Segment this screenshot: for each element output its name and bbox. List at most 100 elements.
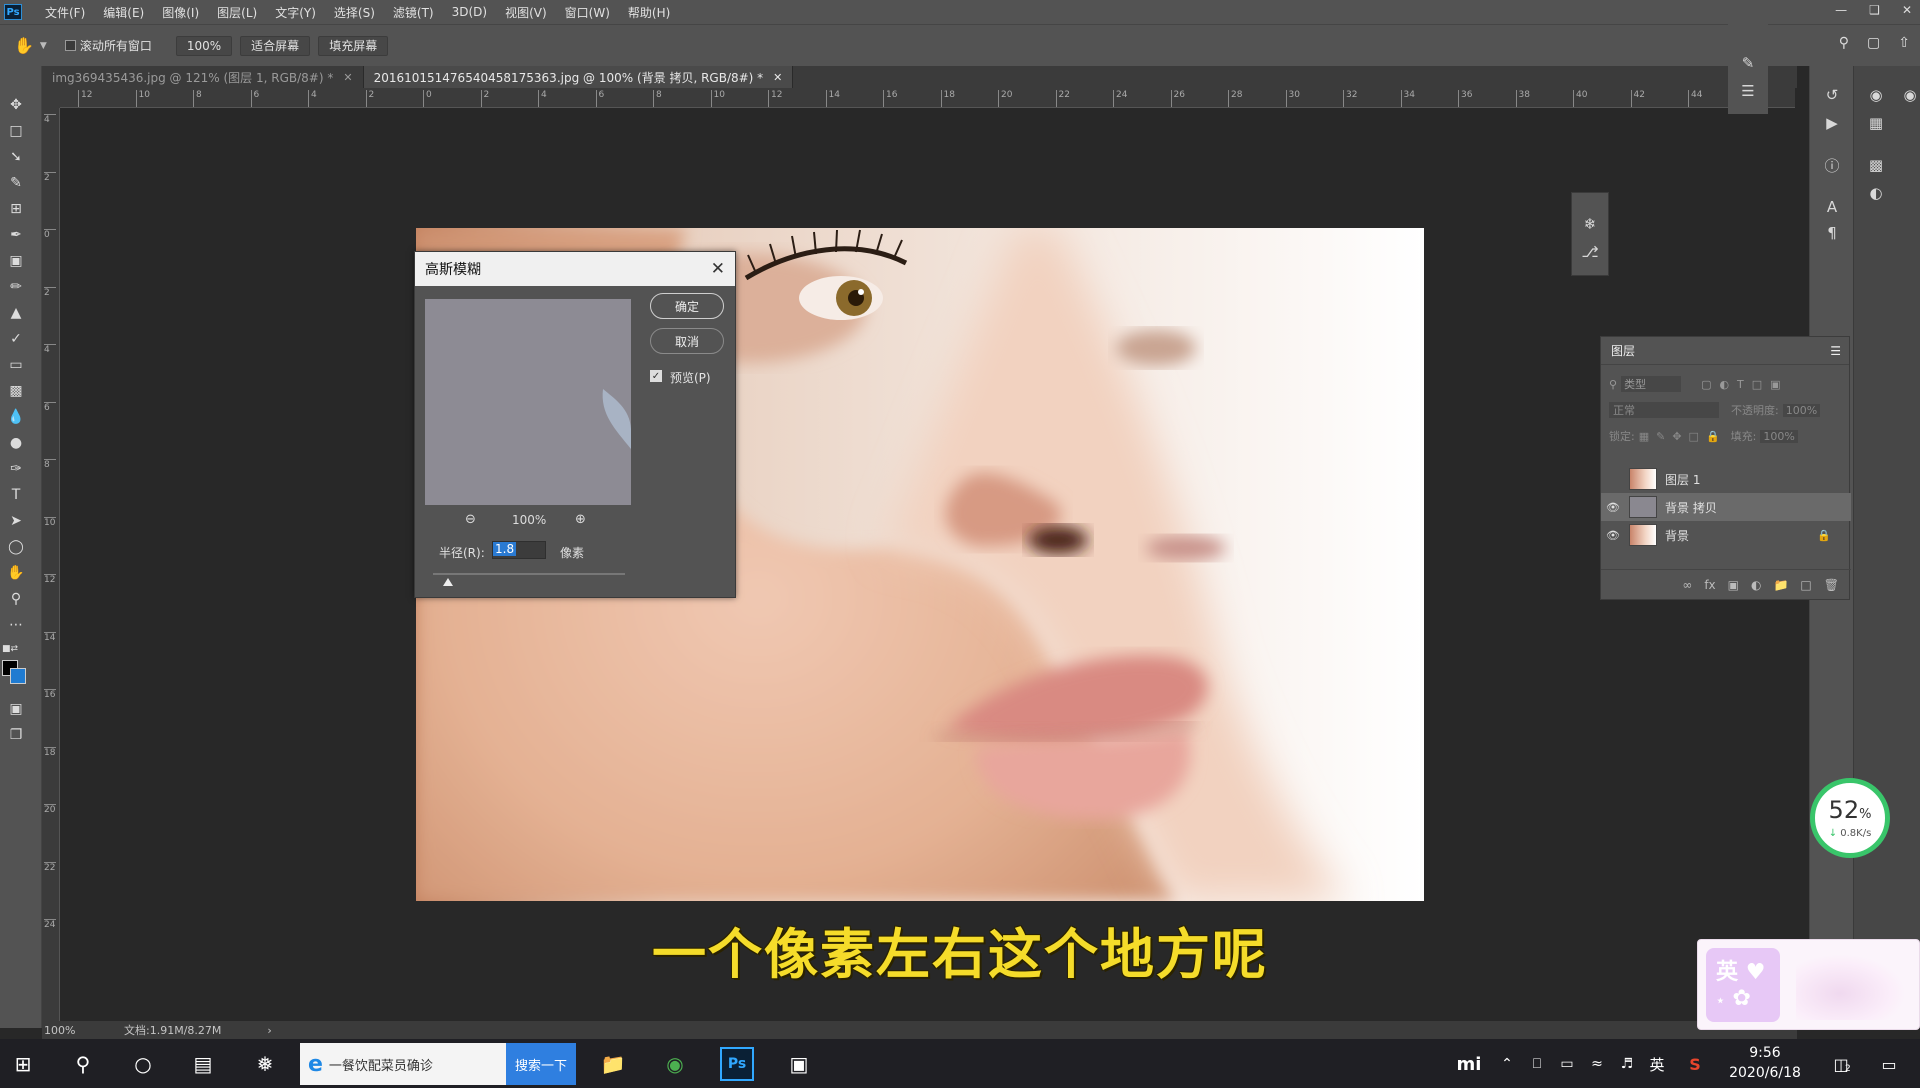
web-search-box[interactable]: e 一餐饮配菜员确诊	[300, 1043, 506, 1085]
video-recorder-icon[interactable]: ▣	[782, 1047, 816, 1081]
layers-panel-title[interactable]: 图层	[1611, 342, 1635, 359]
fill-input[interactable]: 100%	[1760, 429, 1798, 443]
path-select-tool-icon[interactable]: ➤	[4, 510, 28, 532]
menu-layer[interactable]: 图层(L)	[208, 4, 266, 21]
menu-type[interactable]: 文字(Y)	[266, 4, 325, 21]
crop-tool-icon[interactable]: ⊞	[4, 198, 28, 220]
preview-checkbox[interactable]: ✓	[650, 370, 662, 382]
fit-screen-button[interactable]: 适合屏幕	[240, 35, 311, 56]
radius-slider-handle[interactable]	[443, 578, 453, 586]
actions-play-icon[interactable]: ▶	[1820, 112, 1844, 134]
radius-slider-track[interactable]	[433, 573, 625, 575]
zoom-tool-icon[interactable]: ⚲	[4, 588, 28, 610]
move-tool-icon[interactable]: ✥	[4, 94, 28, 116]
lasso-tool-icon[interactable]: ➘	[4, 146, 28, 168]
file-explorer-icon[interactable]: 📁	[596, 1047, 630, 1081]
eyedropper-tool-icon[interactable]: ✒	[4, 224, 28, 246]
battery-icon[interactable]: ▭	[1550, 1047, 1584, 1081]
cortana-icon[interactable]: ○	[126, 1047, 160, 1081]
history-icon[interactable]: ↺	[1820, 84, 1844, 106]
pinwheel-app-icon[interactable]: ❅	[248, 1047, 282, 1081]
close-window-icon[interactable]: ✕	[1902, 3, 1912, 17]
color-icon[interactable]: ◉	[1864, 84, 1888, 106]
eraser-tool-icon[interactable]: ▭	[4, 354, 28, 376]
layer-row-1[interactable]: 图层 1	[1601, 465, 1851, 493]
stamp-tool-icon[interactable]: ▲	[4, 302, 28, 324]
layer-row-2[interactable]: 👁 背景 拷贝	[1601, 493, 1851, 521]
brush-tool-icon[interactable]: ✏	[4, 276, 28, 298]
screen-mode-icon[interactable]: ❐	[4, 724, 28, 746]
lock-icons[interactable]: ▦✎✥□🔒	[1639, 430, 1727, 443]
filter-icons[interactable]: ▢◐T□▣	[1701, 378, 1789, 391]
hand-tool-active-icon[interactable]: ✋	[4, 562, 28, 584]
photoshop-taskbar-icon[interactable]: Ps	[720, 1047, 754, 1081]
share-icon[interactable]: ⇧	[1898, 35, 1910, 51]
opacity-input[interactable]: 100%	[1782, 403, 1821, 417]
info-icon[interactable]: ⓘ	[1820, 154, 1844, 176]
tool-preset-chevron-icon[interactable]: ▼	[40, 41, 47, 51]
layer-row-3[interactable]: 👁 背景 🔒	[1601, 521, 1851, 549]
background-color-swatch[interactable]	[10, 668, 26, 684]
libraries-icon[interactable]: ▩	[1864, 154, 1888, 176]
trash-icon[interactable]: 🗑	[1824, 578, 1839, 592]
marquee-tool-icon[interactable]: □	[4, 120, 28, 142]
menu-select[interactable]: 选择(S)	[325, 4, 384, 21]
menu-image[interactable]: 图像(I)	[153, 4, 208, 21]
fill-screen-button[interactable]: 填充屏幕	[318, 35, 389, 56]
status-zoom[interactable]: 100%	[44, 1024, 124, 1037]
ime-indicator[interactable]: 英	[1640, 1047, 1674, 1081]
vertical-ruler[interactable]: 4 2 0 2 4 6 8 10 12 14 16 18 20 22 24	[42, 108, 60, 1028]
sogou-ime-icon[interactable]: S	[1678, 1047, 1712, 1081]
adjust-icon[interactable]: ☰	[1736, 80, 1760, 102]
ellipse-tool-icon[interactable]: ◯	[4, 536, 28, 558]
gradient-tool-icon[interactable]: ▩	[4, 380, 28, 402]
tray-chevron-icon[interactable]: ⌃	[1490, 1047, 1524, 1081]
search-icon[interactable]: ⚲	[1839, 35, 1849, 51]
ok-button[interactable]: 确定	[650, 293, 724, 319]
dodge-tool-icon[interactable]: ●	[4, 432, 28, 454]
close-tab-icon[interactable]: ✕	[773, 71, 782, 84]
horizontal-ruler[interactable]: 12 10 8 6 4 2 0 2 4 6 8 10 12 14 16 18 20 22 24 26 28 30 32 34 3…	[60, 88, 1795, 108]
radius-input[interactable]: 1.8	[492, 541, 546, 559]
zoom-100-button[interactable]: 100%	[175, 35, 233, 56]
group-folder-icon[interactable]: 📁	[1773, 578, 1788, 592]
zoom-out-icon[interactable]: ⊖	[465, 512, 476, 527]
tab-document-2[interactable]: 201610151476540458175363.jpg @ 100% (背景 …	[363, 66, 794, 88]
browser-360-icon[interactable]: ◉	[658, 1047, 692, 1081]
restore-icon[interactable]: ❑	[1869, 3, 1880, 17]
wifi-icon[interactable]: ≈	[1580, 1047, 1614, 1081]
menu-file[interactable]: 文件(F)	[36, 4, 94, 21]
panel-menu-icon[interactable]: ☰	[1830, 344, 1841, 358]
web-search-button[interactable]: 搜索一下	[506, 1043, 576, 1085]
cancel-button[interactable]: 取消	[650, 328, 724, 354]
quick-mask-icon[interactable]: ▣	[4, 698, 28, 720]
hand-tool-icon[interactable]: ✋	[14, 36, 34, 55]
menu-3d[interactable]: 3D(D)	[443, 5, 496, 19]
menu-window[interactable]: 窗口(W)	[556, 4, 619, 21]
clock[interactable]: 9:56 2020/6/18	[1722, 1043, 1808, 1085]
status-arrow-icon[interactable]: ›	[267, 1024, 271, 1037]
menu-edit[interactable]: 编辑(E)	[94, 4, 153, 21]
healing-brush-tool-icon[interactable]: ▣	[4, 250, 28, 272]
close-icon[interactable]: ✕	[711, 259, 725, 279]
adjustment-layer-icon[interactable]: ◐	[1751, 578, 1761, 592]
menu-help[interactable]: 帮助(H)	[619, 4, 679, 21]
quick-select-tool-icon[interactable]: ✎	[4, 172, 28, 194]
brush-settings-icon[interactable]: ✎	[1736, 52, 1760, 74]
tab-document-1[interactable]: img369435436.jpg @ 121% (图层 1, RGB/8#) *…	[42, 66, 364, 88]
windows-start-icon[interactable]: ⊞	[6, 1047, 40, 1081]
fx-icon[interactable]: fx	[1704, 578, 1715, 592]
blend-mode-select[interactable]: 正常	[1609, 402, 1719, 418]
3d-icon[interactable]: ❄	[1578, 213, 1602, 235]
task-view-icon[interactable]: ▤	[186, 1047, 220, 1081]
show-desktop-icon[interactable]: ▭	[1872, 1047, 1906, 1081]
layer-filter-input[interactable]: 类型	[1621, 376, 1682, 392]
network-speed-widget[interactable]: 52% ↓ 0.8K/s	[1810, 778, 1890, 858]
menu-filter[interactable]: 滤镜(T)	[384, 4, 443, 21]
scroll-all-checkbox[interactable]	[64, 40, 76, 51]
new-layer-icon[interactable]: □	[1800, 578, 1811, 592]
character-icon[interactable]: A	[1820, 196, 1844, 218]
pen-tool-icon[interactable]: ✑	[4, 458, 28, 480]
mask-icon[interactable]: ▣	[1728, 578, 1739, 592]
blur-preview[interactable]	[425, 299, 631, 505]
